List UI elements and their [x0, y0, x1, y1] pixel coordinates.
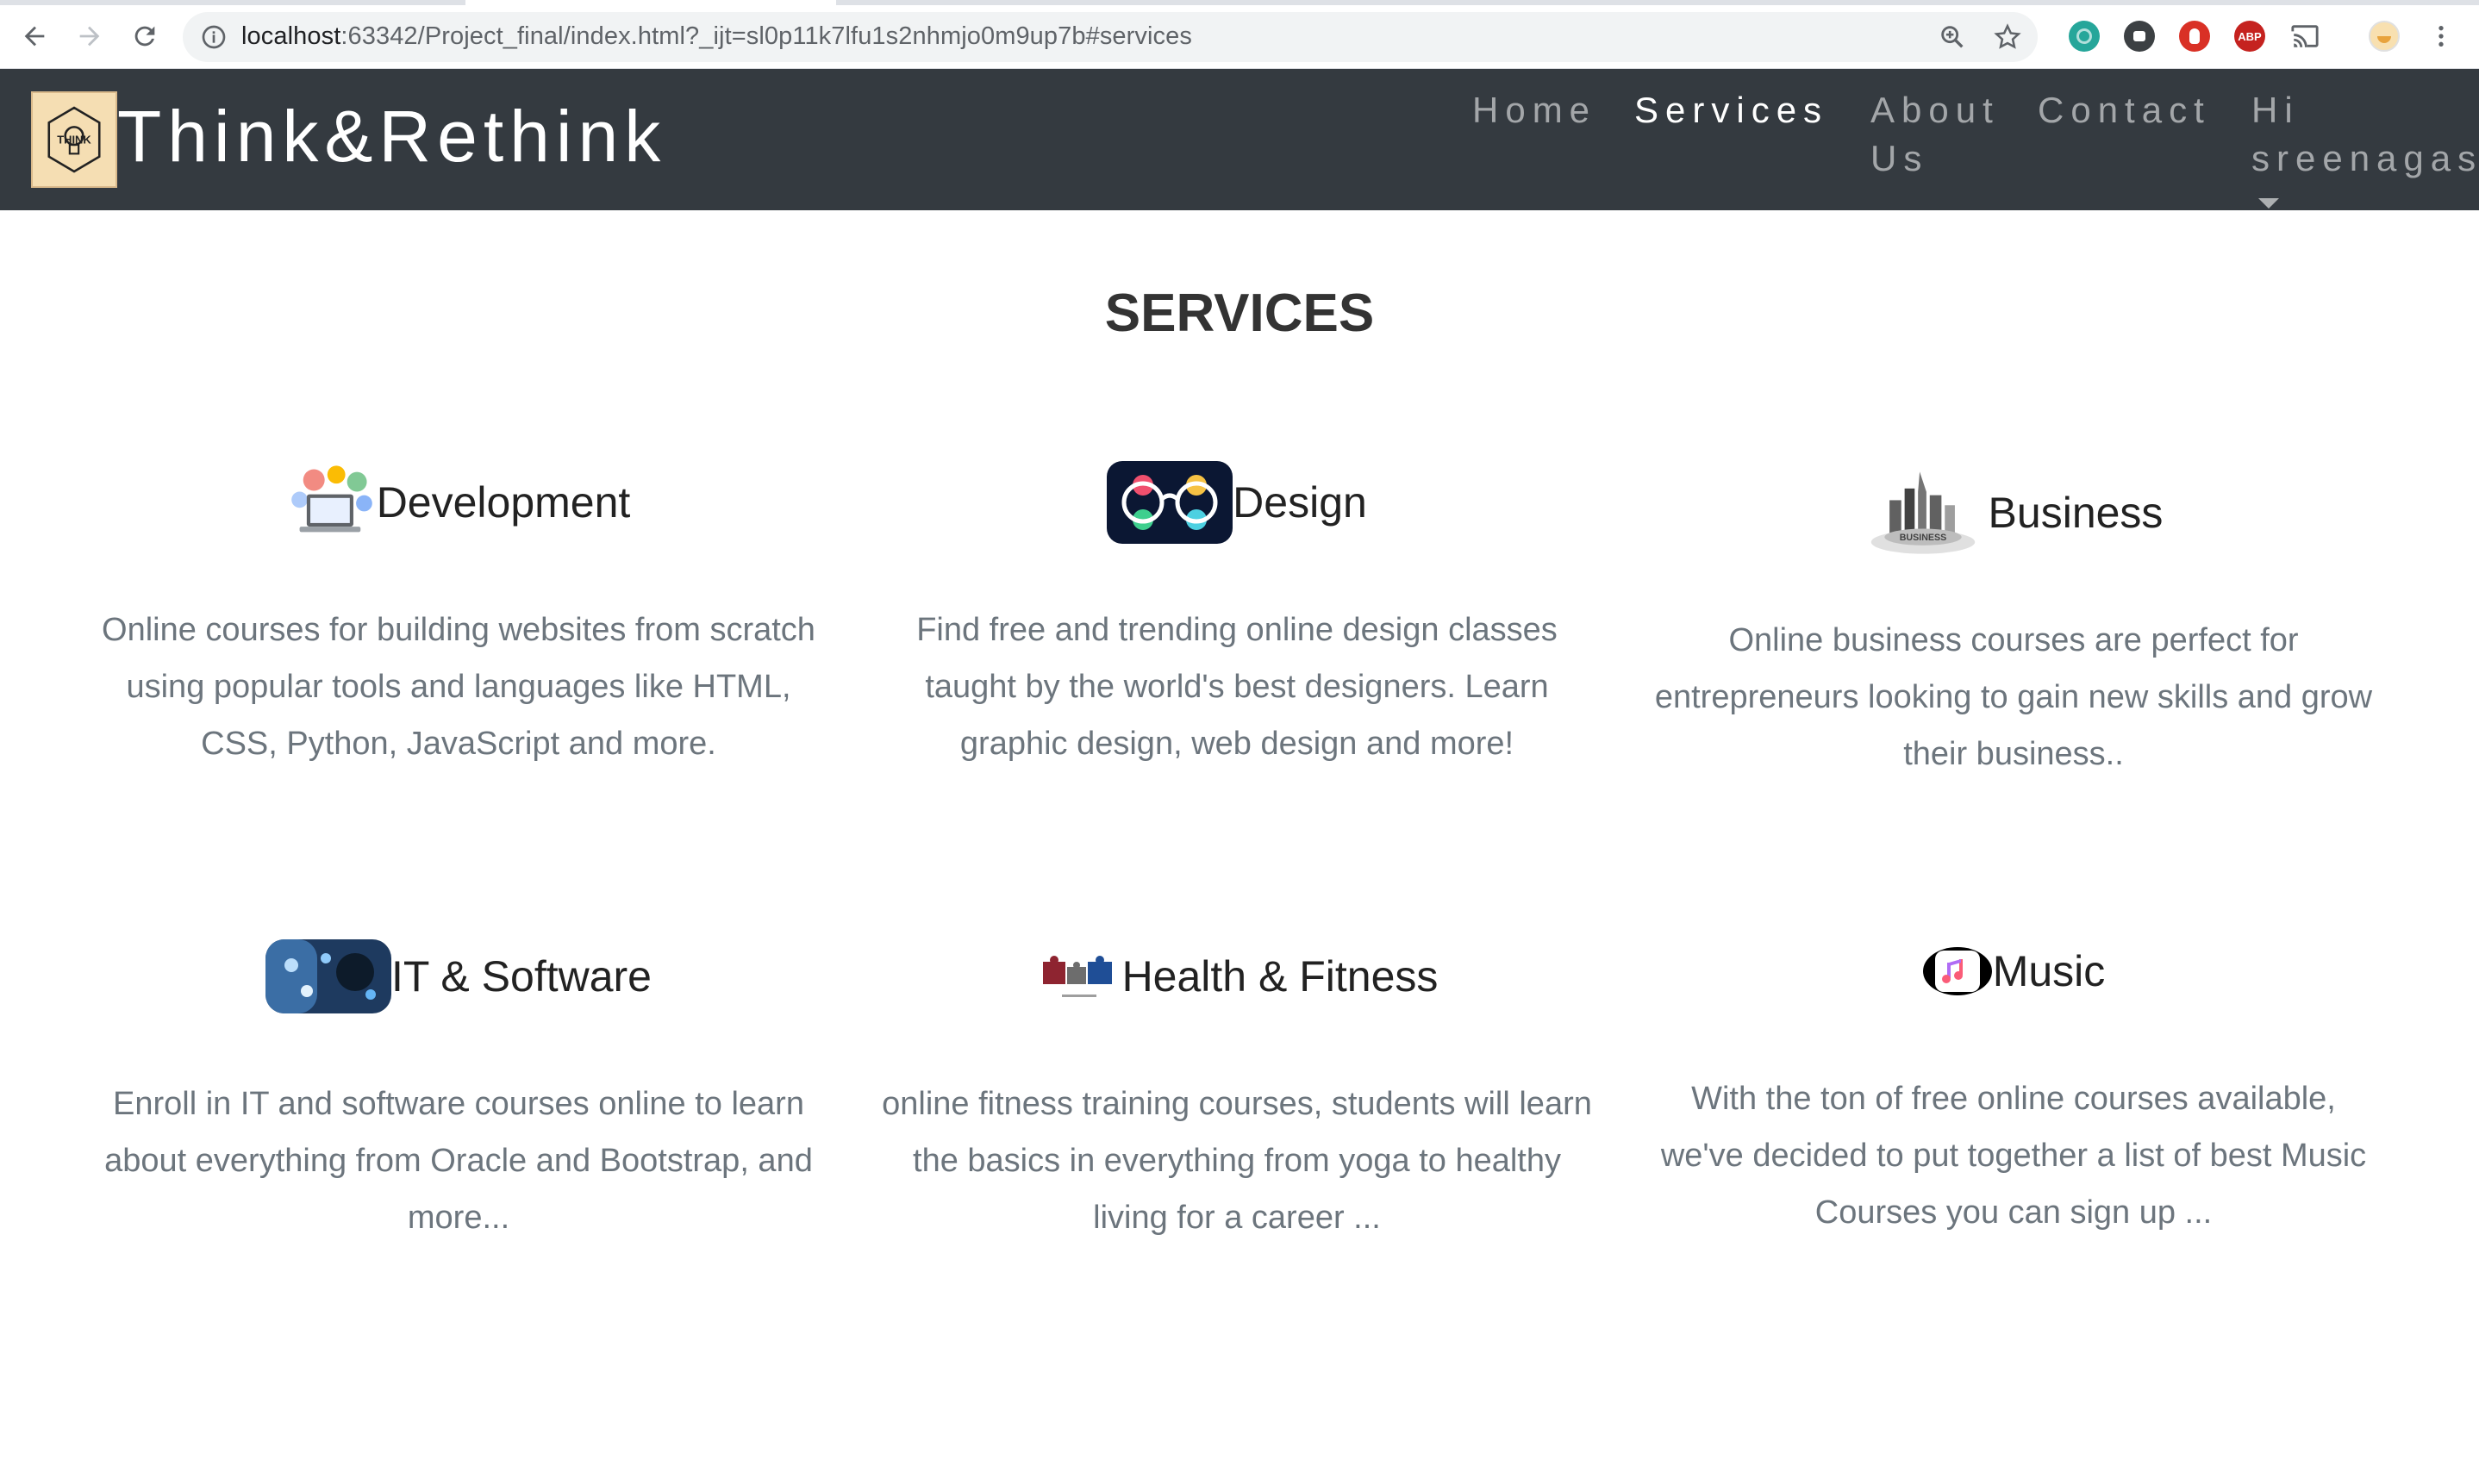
service-header: Health & Fitness	[866, 929, 1608, 1024]
nav-services[interactable]: Services	[1634, 86, 1828, 134]
service-title-it-software[interactable]: IT & Software	[391, 951, 652, 1001]
lightbulb-logo-icon: THINK	[47, 106, 101, 173]
zoom-icon[interactable]	[1938, 22, 1967, 52]
url-path: :63342/Project_final/index.html?_ijt=sl0…	[340, 22, 1192, 50]
bookmark-star-icon[interactable]	[1993, 22, 2022, 52]
service-desc-health-fitness: online fitness training courses, student…	[882, 1086, 1592, 1236]
cast-glyph-icon	[2291, 25, 2319, 47]
service-card-business: BUSINESS Business Online business course…	[1643, 465, 2384, 783]
service-desc-business: Online business courses are perfect for …	[1654, 622, 2373, 772]
nav-about-line1: About	[1870, 90, 2000, 130]
more-vertical-icon	[2438, 26, 2444, 47]
service-desc-development: Online courses for building websites fro…	[102, 612, 815, 762]
service-title-business[interactable]: Business	[1989, 488, 2164, 538]
active-tab[interactable]	[465, 0, 836, 5]
nav-contact[interactable]: Contact	[2038, 86, 2211, 134]
nav-user-dropdown[interactable]: Hi sreenagas	[2251, 86, 2479, 183]
logo-text: THINK	[57, 133, 91, 146]
brand-name[interactable]: Think&Rethink	[117, 95, 666, 178]
service-desc-design: Find free and trending online design cla…	[916, 612, 1558, 762]
service-title-music[interactable]: Music	[1993, 946, 2106, 996]
shield-extension-icon[interactable]	[2179, 21, 2210, 52]
browser-menu-button[interactable]	[2426, 21, 2457, 52]
music-note-icon	[1922, 947, 1993, 995]
business-city-icon: BUSINESS	[1864, 466, 1982, 559]
service-card-it-software: IT & Software Enroll in IT and software …	[88, 929, 829, 1246]
service-header: Design	[866, 455, 1608, 550]
address-bar[interactable]: localhost:63342/Project_final/index.html…	[183, 12, 2038, 62]
reload-icon	[134, 26, 155, 47]
url-host: localhost	[241, 22, 341, 50]
service-card-music: Music With the ton of free online course…	[1643, 924, 2384, 1241]
design-glasses-icon	[1107, 461, 1233, 544]
back-arrow-icon	[24, 26, 45, 47]
nav-about-us[interactable]: About Us	[1870, 86, 2000, 183]
url-text[interactable]: localhost:63342/Project_final/index.html…	[241, 22, 1192, 51]
service-title-design[interactable]: Design	[1233, 477, 1367, 527]
service-header: BUSINESS Business	[1643, 465, 2384, 560]
service-desc-music: With the ton of free online courses avai…	[1660, 1081, 2367, 1231]
service-title-health-fitness[interactable]: Health & Fitness	[1122, 951, 1439, 1001]
back-button[interactable]	[17, 19, 52, 53]
business-icon-text: BUSINESS	[1899, 533, 1946, 543]
video-extension-icon[interactable]	[2124, 21, 2155, 52]
service-card-design: Design Find free and trending online des…	[866, 455, 1608, 772]
tab-strip	[0, 0, 2479, 5]
service-header: Music	[1643, 924, 2384, 1019]
site-navbar: THINK Think&Rethink Home Services About …	[0, 69, 2479, 210]
it-software-icon	[265, 939, 391, 1013]
health-fitness-puzzle-icon	[1036, 946, 1122, 1007]
profile-avatar[interactable]	[2369, 21, 2400, 52]
service-header: IT & Software	[88, 929, 829, 1024]
cast-icon[interactable]	[2289, 21, 2320, 52]
service-header: Development	[88, 455, 829, 550]
nav-user-line2: sreenagas	[2251, 138, 2479, 178]
meet-extension-icon[interactable]	[2069, 21, 2100, 52]
page-title: SERVICES	[1104, 284, 1375, 343]
development-icon	[287, 462, 377, 543]
adblock-extension-icon[interactable]: ABP	[2234, 21, 2265, 52]
service-card-development: Development Online courses for building …	[88, 455, 829, 772]
browser-toolbar: localhost:63342/Project_final/index.html…	[0, 0, 2479, 69]
forward-arrow-icon	[79, 26, 100, 47]
service-card-health-fitness: Health & Fitness online fitness training…	[866, 929, 1608, 1246]
logo[interactable]: THINK	[31, 91, 117, 188]
reload-button[interactable]	[128, 19, 162, 53]
forward-button[interactable]	[72, 19, 107, 53]
service-title-development[interactable]: Development	[377, 477, 631, 527]
service-desc-it-software: Enroll in IT and software courses online…	[104, 1086, 813, 1236]
site-info-icon[interactable]	[200, 23, 228, 51]
dropdown-caret-icon[interactable]	[2258, 198, 2279, 209]
nav-home[interactable]: Home	[1472, 86, 1596, 134]
nav-user-line1: Hi	[2251, 90, 2300, 130]
nav-about-line2: Us	[1870, 138, 1929, 178]
